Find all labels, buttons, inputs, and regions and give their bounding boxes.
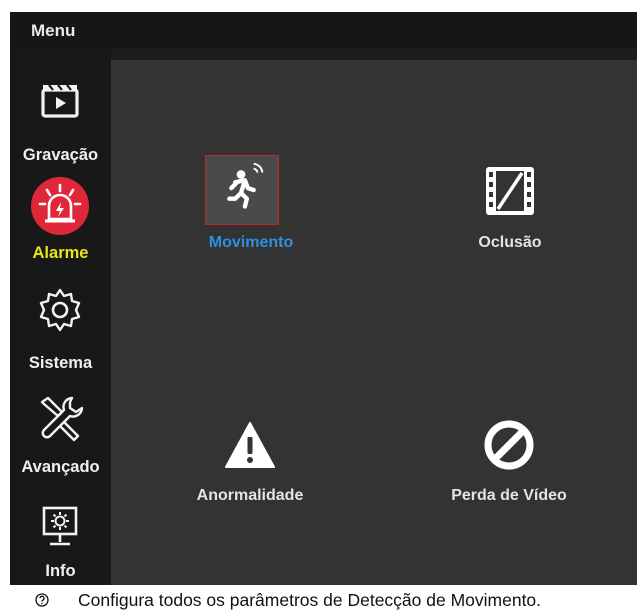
menu-window: Menu Gravação Alarme Sistema Avançado In… — [10, 12, 637, 585]
sidebar-item-avancado[interactable]: Avançado — [10, 360, 111, 476]
sidebar: Gravação Alarme Sistema Avançado Info — [10, 48, 111, 585]
alarm-siren-icon — [31, 177, 89, 235]
sidebar-item-label: Info — [45, 562, 76, 580]
tile-perda-de-video[interactable]: Perda de Vídeo — [421, 417, 591, 537]
help-bar: Configura todos os parâmetros de Detecçã… — [0, 585, 637, 611]
tile-label: Perda de Vídeo — [451, 487, 567, 504]
help-text: Configura todos os parâmetros de Detecçã… — [78, 590, 542, 610]
gear-icon — [39, 288, 81, 332]
title-bar: Menu — [10, 12, 637, 48]
tile-label: Movimento — [208, 234, 294, 251]
sidebar-item-sistema[interactable]: Sistema — [10, 256, 111, 372]
wrench-screwdriver-icon — [40, 396, 84, 442]
tile-anormalidade[interactable]: Anormalidade — [162, 417, 332, 537]
tile-movimento[interactable]: Movimento — [163, 155, 333, 283]
clapperboard-icon — [41, 84, 79, 118]
monitor-info-icon — [42, 506, 78, 546]
tile-label: Anormalidade — [196, 487, 304, 504]
tile-oclusao[interactable]: Oclusão — [422, 163, 592, 283]
window-title: Menu — [31, 21, 76, 40]
film-occlusion-icon — [486, 167, 534, 215]
sidebar-item-alarme[interactable]: Alarme — [10, 152, 111, 262]
motion-person-icon — [205, 155, 279, 225]
no-signal-icon — [484, 420, 534, 470]
sidebar-item-info[interactable]: Info — [10, 464, 111, 580]
tile-label: Oclusão — [478, 234, 542, 251]
sidebar-item-gravacao[interactable]: Gravação — [10, 48, 111, 164]
question-circle-icon — [35, 593, 49, 607]
warning-triangle-icon — [225, 422, 275, 468]
content-panel: Movimento Oclusão Anormalidade Perda de … — [111, 60, 637, 585]
